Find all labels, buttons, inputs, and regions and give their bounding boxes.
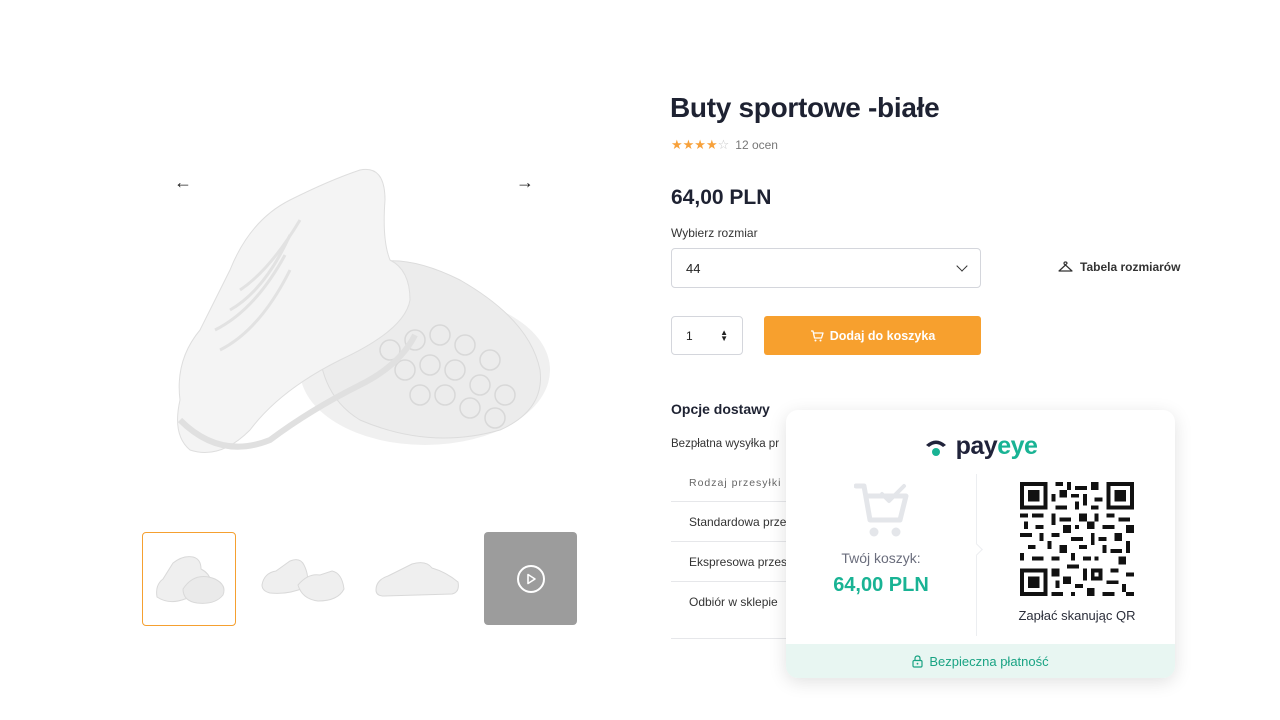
product-title: Buty sportowe -białe	[670, 92, 940, 123]
payeye-qr-label: Zapłać skanując QR	[1018, 608, 1136, 623]
add-to-cart-button[interactable]: Dodaj do koszyka	[764, 316, 981, 355]
gallery-next-arrow[interactable]: →	[512, 172, 538, 192]
free-shipping-text: Bezpłatna wysyłka pr	[671, 438, 780, 450]
payeye-logo-pay: pay	[955, 432, 998, 460]
size-select[interactable]: 44	[671, 248, 981, 288]
size-select-value: 44	[686, 260, 701, 276]
thumbnail-1[interactable]	[142, 532, 236, 626]
hanger-icon	[1058, 261, 1073, 272]
payeye-widget: payeye Twój koszyk: 64,00 PLN Zapłać ska…	[786, 410, 1175, 678]
product-price: 64,00 PLN	[671, 186, 772, 209]
thumbnail-2[interactable]	[256, 532, 350, 626]
payeye-secure-bar: Bezpieczna płatność	[786, 644, 1175, 678]
quantity-value: 1	[686, 328, 693, 343]
lock-icon	[912, 654, 923, 668]
gallery-thumbnails	[142, 532, 577, 626]
cart-check-icon	[854, 483, 909, 537]
thumbnail-3[interactable]	[370, 532, 464, 626]
rating-stars-icon: ★★★★☆	[671, 137, 730, 152]
rating-count: 12 ocen	[735, 138, 778, 152]
add-to-cart-label: Dodaj do koszyka	[829, 328, 936, 343]
product-rating[interactable]: ★★★★☆ 12 ocen	[671, 137, 778, 153]
quantity-stepper[interactable]: 1 ▲ ▼	[671, 316, 743, 355]
payeye-secure-label: Bezpieczna płatność	[929, 653, 1049, 669]
qr-code-icon[interactable]	[1020, 482, 1134, 596]
thumbnail-video[interactable]	[484, 532, 577, 625]
payeye-logo-eye: eye	[997, 432, 1038, 460]
gallery-prev-arrow[interactable]: ←	[170, 172, 196, 192]
play-icon	[516, 564, 545, 593]
size-table-link[interactable]: Tabela rozmiarów	[1058, 260, 1180, 274]
payeye-logo: payeye	[786, 432, 1175, 461]
payeye-cart-label: Twój koszyk:	[841, 550, 921, 566]
size-label: Wybierz rozmiar	[671, 226, 758, 240]
cart-icon	[810, 329, 824, 341]
payeye-logo-icon	[925, 440, 946, 456]
size-table-label: Tabela rozmiarów	[1080, 260, 1181, 274]
chevron-down-icon	[956, 260, 968, 272]
payeye-cart-total: 64,00 PLN	[833, 574, 929, 596]
delivery-title: Opcje dostawy	[671, 401, 770, 417]
quantity-arrows-icon[interactable]: ▲ ▼	[720, 328, 728, 342]
product-main-image	[160, 160, 550, 490]
